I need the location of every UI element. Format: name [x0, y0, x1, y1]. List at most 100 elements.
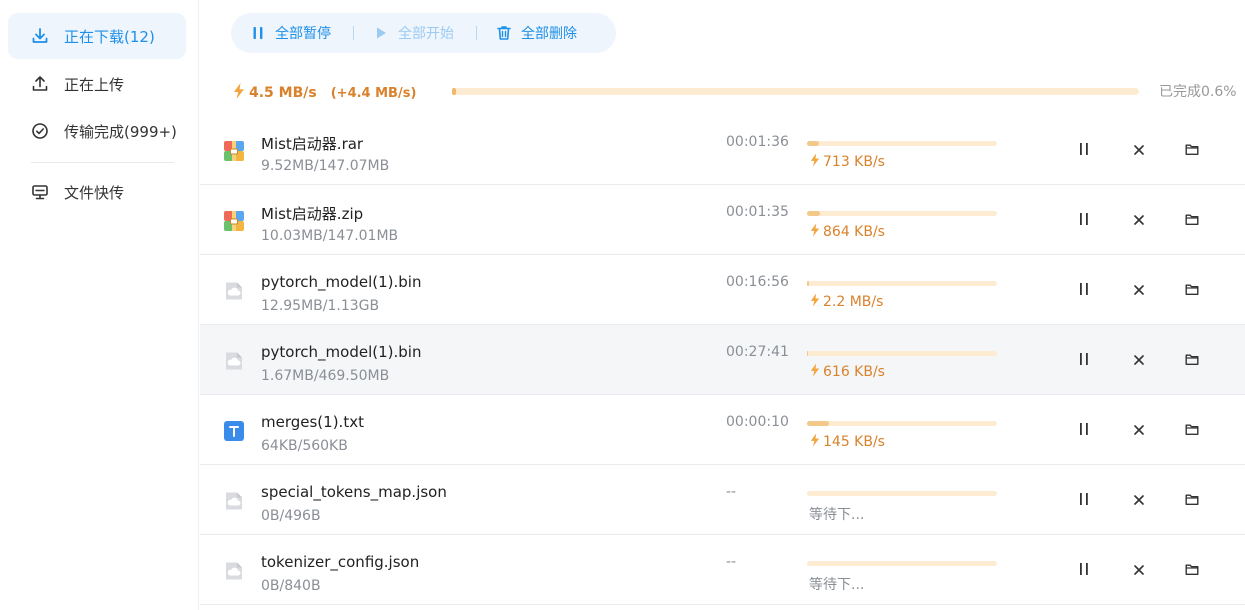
remove-button[interactable] [1131, 142, 1147, 158]
archive-file-icon [224, 141, 244, 161]
file-name: Mist启动器.rar [261, 135, 364, 153]
folder-icon [1185, 421, 1199, 440]
row-progress-fill [807, 351, 808, 356]
open-folder-button[interactable] [1184, 422, 1200, 438]
folder-icon [1185, 211, 1199, 230]
close-icon [1133, 281, 1145, 300]
start-all-button[interactable]: 全部开始 [372, 23, 454, 43]
sidebar-item-downloading[interactable]: 正在下载(12) [8, 13, 186, 59]
file-name: pytorch_model(1).bin [261, 343, 422, 361]
pause-button[interactable] [1076, 562, 1092, 578]
remove-button[interactable] [1131, 492, 1147, 508]
download-speed-value: 145 KB/s [823, 434, 885, 450]
pause-icon [1078, 491, 1090, 510]
sidebar: 正在下载(12) 正在上传 传输完成(999+) 文件快传 [0, 0, 199, 610]
lightning-icon [810, 433, 820, 451]
pause-icon [1078, 351, 1090, 370]
pause-button[interactable] [1076, 282, 1092, 298]
pause-all-button[interactable]: 全部暂停 [249, 23, 331, 43]
download-row[interactable]: Mist启动器.rar 9.52MB/147.07MB 00:01:36 713… [200, 115, 1245, 185]
time-remaining: 00:00:10 [726, 414, 789, 430]
row-progress-fill [807, 281, 810, 286]
download-row[interactable]: special_tokens_map.json 0B/496B -- 等待下..… [200, 465, 1245, 535]
row-progress-bar [807, 421, 997, 426]
overall-progress-fill [452, 88, 457, 95]
download-row[interactable]: Mist启动器.zip 10.03MB/147.01MB 00:01:35 86… [200, 185, 1245, 255]
file-size: 0B/496B [261, 508, 321, 524]
download-list: Mist启动器.rar 9.52MB/147.07MB 00:01:36 713… [200, 115, 1245, 605]
sidebar-item-completed[interactable]: 传输完成(999+) [8, 108, 186, 154]
file-size: 9.52MB/147.07MB [261, 158, 390, 174]
download-icon [30, 26, 50, 46]
close-icon [1133, 561, 1145, 580]
open-folder-button[interactable] [1184, 282, 1200, 298]
file-size: 64KB/560KB [261, 438, 348, 454]
text-file-icon [224, 421, 244, 441]
upload-icon [30, 74, 50, 94]
completed-percent: 已完成0.6% [1159, 84, 1237, 100]
remove-button[interactable] [1131, 212, 1147, 228]
delete-all-button[interactable]: 全部删除 [495, 23, 577, 43]
file-size: 12.95MB/1.13GB [261, 298, 380, 314]
waiting-status: 等待下... [809, 577, 865, 593]
pause-icon [249, 24, 267, 42]
pause-all-label: 全部暂停 [275, 26, 331, 42]
close-icon [1133, 421, 1145, 440]
download-speed-value: 616 KB/s [823, 364, 885, 380]
remove-button[interactable] [1131, 352, 1147, 368]
pause-button[interactable] [1076, 142, 1092, 158]
pause-button[interactable] [1076, 492, 1092, 508]
open-folder-button[interactable] [1184, 492, 1200, 508]
row-progress-fill [807, 141, 820, 146]
open-folder-button[interactable] [1184, 562, 1200, 578]
total-speed: 4.5 MB/s (+4.4 MB/s) [233, 83, 416, 103]
download-speed-value: 713 KB/s [823, 154, 885, 170]
download-speed: 145 KB/s [810, 433, 885, 451]
time-remaining: -- [726, 554, 737, 570]
download-speed: 616 KB/s [810, 363, 885, 381]
open-folder-button[interactable] [1184, 352, 1200, 368]
sidebar-item-label: 传输完成(999+) [64, 122, 177, 141]
row-progress-bar [807, 561, 997, 566]
download-speed: 713 KB/s [810, 153, 885, 171]
open-folder-button[interactable] [1184, 142, 1200, 158]
pause-button[interactable] [1076, 422, 1092, 438]
download-row[interactable]: tokenizer_config.json 0B/840B -- 等待下... [200, 535, 1245, 605]
pause-icon [1078, 561, 1090, 580]
download-row[interactable]: merges(1).txt 64KB/560KB 00:00:10 145 KB… [200, 395, 1245, 465]
file-size: 1.67MB/469.50MB [261, 368, 390, 384]
monitor-icon [30, 182, 50, 202]
folder-icon [1185, 561, 1199, 580]
download-speed-value: 864 KB/s [823, 224, 885, 240]
time-remaining: 00:01:36 [726, 134, 789, 150]
generic-file-icon [224, 281, 244, 301]
download-row[interactable]: pytorch_model(1).bin 1.67MB/469.50MB 00:… [200, 325, 1245, 395]
file-name: tokenizer_config.json [261, 553, 420, 571]
download-row[interactable]: pytorch_model(1).bin 12.95MB/1.13GB 00:1… [200, 255, 1245, 325]
sidebar-item-quick-transfer[interactable]: 文件快传 [8, 169, 186, 215]
row-progress-bar [807, 211, 997, 216]
pause-button[interactable] [1076, 212, 1092, 228]
sidebar-item-label: 正在下载(12) [64, 27, 155, 46]
lightning-icon [810, 223, 820, 241]
pause-button[interactable] [1076, 352, 1092, 368]
sidebar-item-uploading[interactable]: 正在上传 [8, 61, 186, 107]
generic-file-icon [224, 351, 244, 371]
toolbar-separator [476, 26, 477, 40]
sidebar-item-label: 正在上传 [64, 75, 125, 94]
sidebar-item-label: 文件快传 [64, 183, 125, 202]
download-speed-value: 2.2 MB/s [823, 294, 884, 310]
open-folder-button[interactable] [1184, 212, 1200, 228]
row-progress-bar [807, 351, 997, 356]
start-all-label: 全部开始 [398, 26, 454, 42]
lightning-icon [810, 363, 820, 381]
close-icon [1133, 141, 1145, 160]
time-remaining: 00:01:35 [726, 204, 789, 220]
download-speed: 864 KB/s [810, 223, 885, 241]
remove-button[interactable] [1131, 562, 1147, 578]
time-remaining: 00:16:56 [726, 274, 789, 290]
sidebar-divider [31, 162, 174, 163]
remove-button[interactable] [1131, 282, 1147, 298]
remove-button[interactable] [1131, 422, 1147, 438]
pause-icon [1078, 421, 1090, 440]
